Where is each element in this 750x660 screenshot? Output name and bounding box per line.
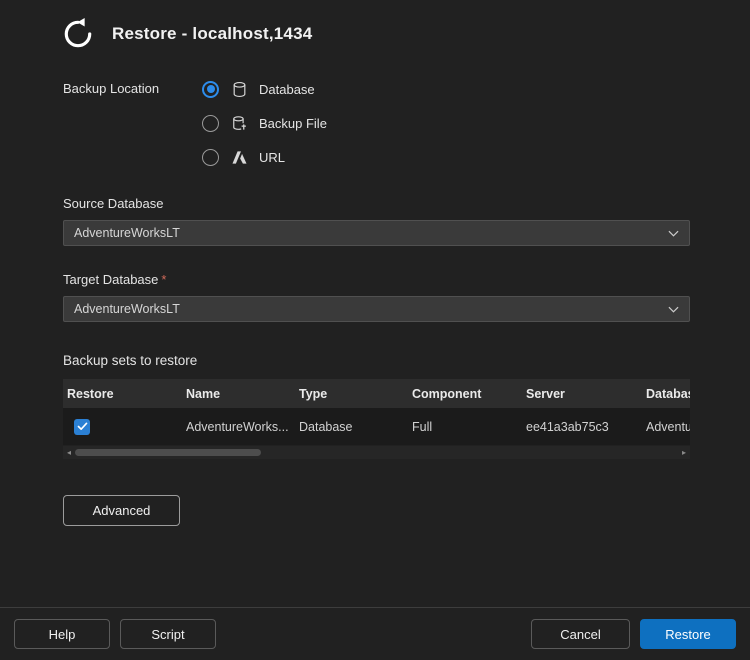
dialog-footer: Help Script Cancel Restore — [0, 607, 750, 660]
help-button[interactable]: Help — [14, 619, 110, 649]
backup-file-icon — [230, 114, 248, 132]
scroll-right-arrow-icon[interactable]: ▸ — [678, 446, 690, 459]
radio-label-backup-file: Backup File — [259, 116, 327, 131]
radio-button[interactable] — [202, 81, 219, 98]
scrollbar-thumb[interactable] — [75, 449, 261, 456]
target-database-dropdown[interactable]: AdventureWorksLT — [63, 296, 690, 322]
radio-label-database: Database — [259, 82, 315, 97]
backup-sets-table: Restore Name Type Component Server Datab… — [63, 379, 690, 445]
advanced-button[interactable]: Advanced — [63, 495, 180, 526]
source-database-value: AdventureWorksLT — [74, 226, 180, 240]
required-marker: * — [161, 272, 166, 287]
radio-label-url: URL — [259, 150, 285, 165]
database-icon — [230, 80, 248, 98]
script-button[interactable]: Script — [120, 619, 216, 649]
restore-button[interactable]: Restore — [640, 619, 736, 649]
column-header-restore: Restore — [63, 387, 182, 401]
restore-cell — [63, 419, 182, 435]
source-database-dropdown[interactable]: AdventureWorksLT — [63, 220, 690, 246]
backup-sets-label: Backup sets to restore — [63, 353, 690, 368]
source-database-section: Source Database AdventureWorksLT — [63, 196, 690, 246]
backup-location-radio-group: Database Backup File — [202, 78, 327, 168]
target-database-value: AdventureWorksLT — [74, 302, 180, 316]
column-header-type: Type — [295, 387, 408, 401]
column-header-component: Component — [408, 387, 522, 401]
column-header-server: Server — [522, 387, 642, 401]
type-cell: Database — [295, 420, 408, 434]
chevron-down-icon — [668, 230, 679, 237]
target-database-label: Target Database* — [63, 272, 690, 287]
source-database-label: Source Database — [63, 196, 690, 211]
column-header-database: Database — [642, 387, 690, 401]
radio-option-backup-file[interactable]: Backup File — [202, 112, 327, 134]
radio-button[interactable] — [202, 149, 219, 166]
dialog-header: Restore - localhost,1434 — [0, 0, 750, 54]
radio-option-database[interactable]: Database — [202, 78, 327, 100]
cancel-button[interactable]: Cancel — [531, 619, 630, 649]
column-header-name: Name — [182, 387, 295, 401]
restore-checkbox[interactable] — [74, 419, 90, 435]
backup-sets-section: Backup sets to restore Restore Name Type… — [63, 353, 690, 459]
dialog-body: Backup Location Database — [0, 78, 690, 526]
horizontal-scrollbar[interactable]: ◂ ▸ — [63, 446, 690, 459]
target-database-label-text: Target Database — [63, 272, 158, 287]
scroll-left-arrow-icon[interactable]: ◂ — [63, 446, 75, 459]
scrollbar-track[interactable] — [75, 446, 678, 459]
restore-dialog: Restore - localhost,1434 Backup Location… — [0, 0, 750, 660]
database-cell: AdventureWorksLT — [642, 420, 690, 434]
server-cell: ee41a3ab75c3 — [522, 420, 642, 434]
chevron-down-icon — [668, 306, 679, 313]
target-database-section: Target Database* AdventureWorksLT — [63, 272, 690, 322]
dialog-title: Restore - localhost,1434 — [112, 24, 312, 44]
backup-location-row: Backup Location Database — [63, 78, 690, 168]
table-header-row: Restore Name Type Component Server Datab… — [63, 379, 690, 408]
url-icon — [230, 148, 248, 166]
table-row[interactable]: AdventureWorks... Database Full ee41a3ab… — [63, 408, 690, 445]
name-cell: AdventureWorks... — [182, 420, 295, 434]
radio-option-url[interactable]: URL — [202, 146, 327, 168]
component-cell: Full — [408, 420, 522, 434]
radio-button[interactable] — [202, 115, 219, 132]
backup-location-label: Backup Location — [63, 78, 202, 168]
restore-icon — [58, 14, 98, 54]
